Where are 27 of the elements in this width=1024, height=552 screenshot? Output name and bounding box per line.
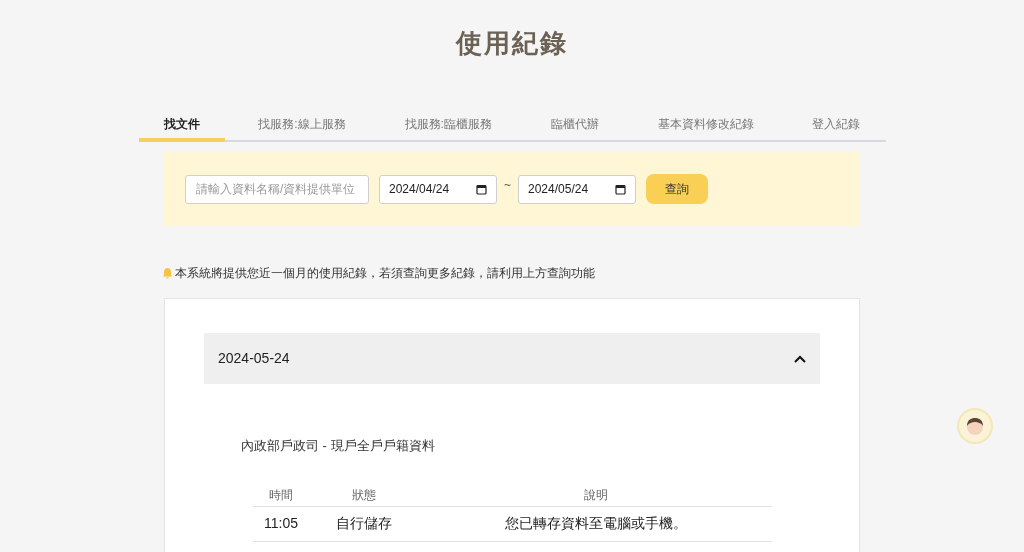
document-title: 內政部戶政司 - 現戶全戶戶籍資料 xyxy=(241,437,436,455)
calendar-icon xyxy=(615,183,626,195)
table-cell-text: 11:05 xyxy=(263,514,299,533)
column-header: 說明 xyxy=(582,486,609,504)
notice-text: 本系統將提供您近一個月的使用紀錄，若須查詢更多紀錄，請利用上方查詢功能 xyxy=(175,265,595,282)
tab[interactable]: 找服務:線上服務 xyxy=(233,109,371,142)
bell-icon xyxy=(162,267,173,279)
search-field[interactable]: 請輸入資料名稱/資料提供單位 xyxy=(185,174,369,204)
range-separator: ~ xyxy=(504,177,511,194)
page-title: 使用紀錄 xyxy=(456,27,568,60)
column-header: 時間 xyxy=(268,486,294,504)
column-header: 狀態 xyxy=(351,486,377,504)
date-field[interactable]: 2024/05/24 xyxy=(518,174,636,204)
tab[interactable]: 臨櫃代辦 xyxy=(525,109,624,142)
date-text: 2024-05-24 xyxy=(218,349,290,368)
chevron-up-icon xyxy=(794,354,806,363)
table-cell-text: 自行儲存 xyxy=(335,514,393,533)
calendar-icon xyxy=(476,183,487,195)
tab[interactable]: 基本資料修改紀錄 xyxy=(632,109,779,142)
table-cell-text: 您已轉存資料至電腦或手機。 xyxy=(503,514,688,533)
accordion-header[interactable]: 2024-05-24 xyxy=(204,333,820,384)
tab[interactable]: 登入紀錄 xyxy=(787,109,886,142)
date-field[interactable]: 2024/04/24 xyxy=(379,174,497,204)
search-button[interactable]: 查詢 xyxy=(646,174,708,204)
avatar-button[interactable] xyxy=(957,408,993,444)
tab[interactable]: 找服務:臨櫃服務 xyxy=(379,109,517,142)
tab[interactable]: 找文件 xyxy=(138,109,225,142)
